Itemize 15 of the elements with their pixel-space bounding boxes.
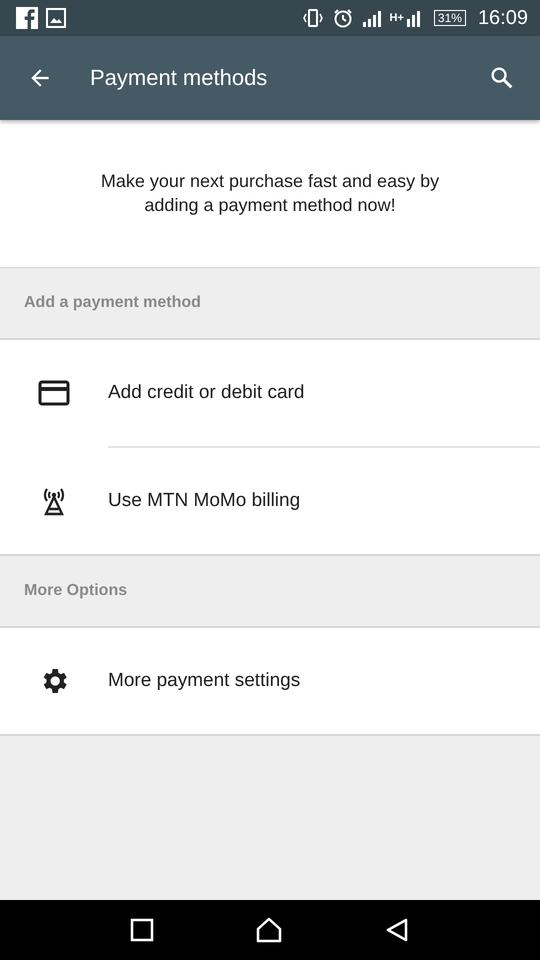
screen-title: Payment methods (90, 65, 268, 91)
vibrate-icon (302, 7, 324, 29)
alarm-icon (332, 7, 354, 29)
intro-text: Make your next purchase fast and easy by adding a payment method now! (100, 170, 440, 217)
signal-icon (362, 9, 382, 27)
image-icon (46, 8, 66, 28)
recent-apps-icon[interactable] (130, 918, 154, 942)
home-icon[interactable] (254, 916, 283, 944)
network-type: H+ (390, 12, 404, 24)
facebook-icon (16, 7, 38, 29)
credit-card-icon (38, 380, 70, 406)
clock: 16:09 (478, 6, 528, 30)
battery-level: 31% (434, 10, 466, 26)
back-icon[interactable] (384, 917, 410, 943)
signal-icon (406, 9, 420, 27)
